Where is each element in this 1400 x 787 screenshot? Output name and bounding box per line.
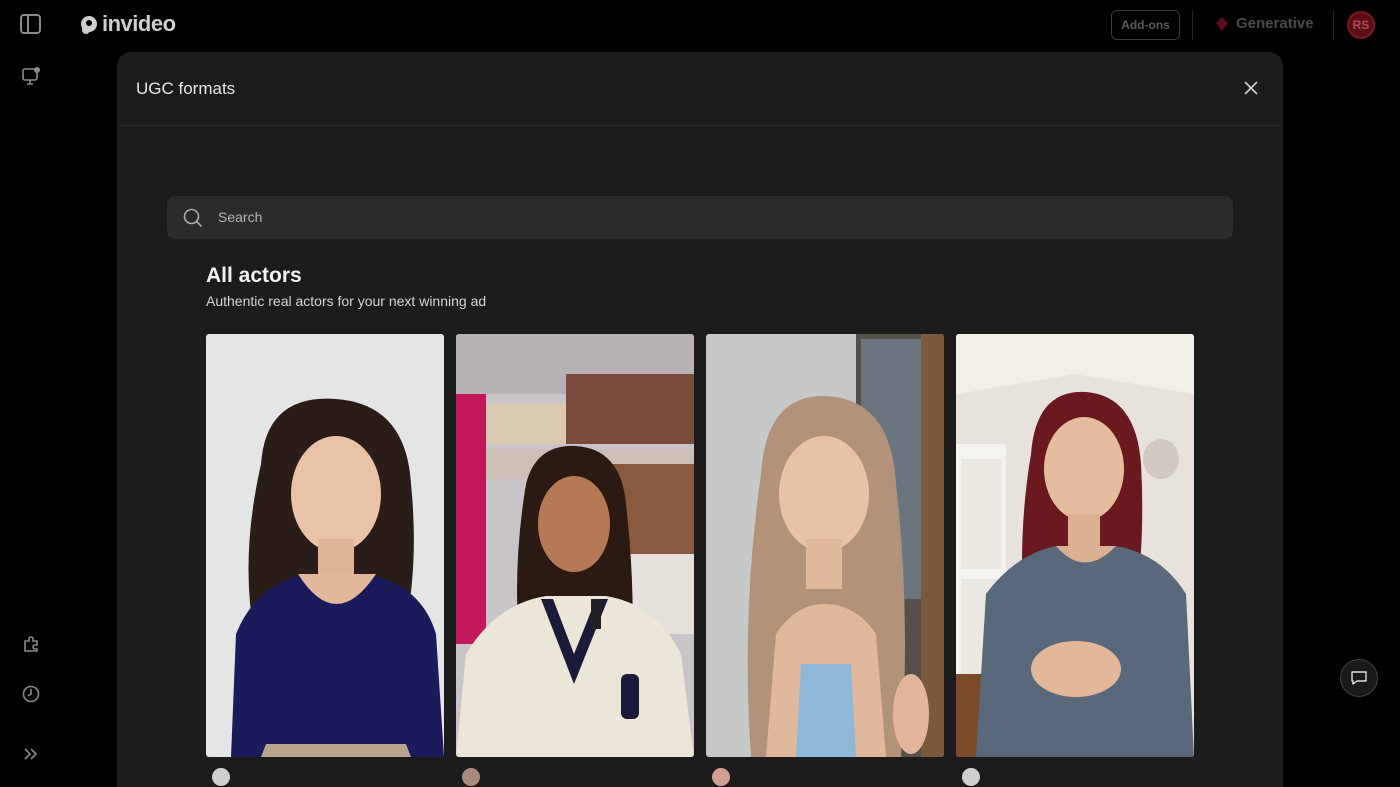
modal-title: UGC formats <box>136 79 236 98</box>
close-icon[interactable] <box>1243 80 1259 96</box>
chevron-double-right-icon[interactable] <box>21 744 41 764</box>
actor-card[interactable] <box>456 334 694 757</box>
actor-thumbnail <box>706 334 944 757</box>
actor-avatar <box>962 768 980 786</box>
modal-header: UGC formats <box>117 52 1283 126</box>
actor-avatar <box>212 768 230 786</box>
search-placeholder: Search <box>218 209 263 225</box>
gem-icon <box>1216 16 1228 31</box>
top-bar: invideo Add-ons Generative RS <box>0 0 1400 50</box>
sidebar-toggle-icon[interactable] <box>20 14 41 34</box>
search-input[interactable]: Search <box>167 196 1233 239</box>
section-title: All actors <box>206 264 302 287</box>
actor-thumbnail <box>956 334 1194 757</box>
generative-button[interactable]: Generative <box>1216 15 1314 32</box>
avatar[interactable]: RS <box>1347 11 1375 39</box>
monitor-icon[interactable] <box>21 66 41 86</box>
actor-avatar <box>712 768 730 786</box>
puzzle-icon[interactable] <box>21 634 41 654</box>
divider <box>1192 10 1193 40</box>
actor-card[interactable] <box>706 334 944 757</box>
ugc-formats-modal: UGC formats Search All actors Authentic … <box>117 52 1283 787</box>
actor-card[interactable] <box>956 334 1194 757</box>
actor-card[interactable] <box>206 334 444 757</box>
generative-label: Generative <box>1236 15 1314 32</box>
actor-thumbnail <box>456 334 694 757</box>
divider <box>1333 10 1334 40</box>
clock-icon[interactable] <box>21 684 41 704</box>
logo[interactable]: invideo <box>78 11 176 37</box>
actor-thumbnail <box>206 334 444 757</box>
chat-button[interactable] <box>1340 659 1378 697</box>
actor-avatar <box>462 768 480 786</box>
invideo-logo-icon <box>81 16 97 34</box>
addons-button[interactable]: Add-ons <box>1111 10 1180 40</box>
chat-bubble-icon <box>1351 671 1367 685</box>
search-icon <box>183 208 203 228</box>
logo-text: invideo <box>102 11 176 36</box>
section-subtitle: Authentic real actors for your next winn… <box>206 293 487 309</box>
